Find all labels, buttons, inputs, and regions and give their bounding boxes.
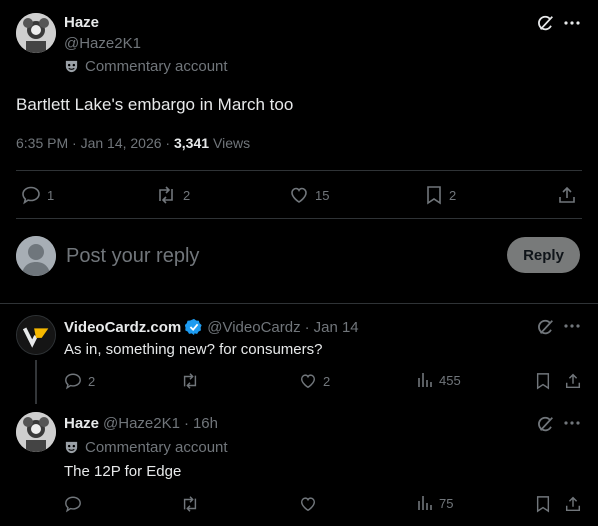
grok-icon[interactable] (537, 318, 555, 336)
author-handle[interactable]: @Haze2K1 (103, 415, 180, 432)
more-options-icon[interactable] (564, 420, 580, 426)
divider (16, 170, 582, 171)
reply-icon (22, 186, 40, 205)
commentary-label: Commentary account (85, 439, 228, 456)
bookmark-icon[interactable] (535, 372, 551, 390)
views-count: 455 (439, 372, 461, 388)
reply-input[interactable]: Post your reply (66, 245, 199, 268)
more-options-icon[interactable] (564, 323, 580, 329)
avatar[interactable] (16, 13, 56, 53)
avatar[interactable] (16, 412, 56, 452)
repost-action[interactable] (180, 495, 206, 513)
share-icon[interactable] (564, 372, 582, 390)
my-avatar[interactable] (16, 236, 56, 276)
repost-icon (183, 373, 197, 389)
reply-count: 2 (88, 373, 96, 389)
like-action[interactable]: 15 (289, 185, 329, 205)
mask-icon (64, 59, 79, 74)
repost-icon (159, 186, 173, 204)
commentary-badge: Commentary account (64, 58, 228, 75)
repost-action[interactable] (180, 372, 206, 390)
reply-count: 1 (47, 187, 55, 203)
bookmark-action[interactable]: 2 (425, 185, 456, 205)
repost-icon (183, 496, 197, 512)
reply-date[interactable]: Jan 14 (314, 319, 359, 336)
views-action[interactable]: 75 (417, 495, 453, 511)
avatar[interactable] (16, 315, 56, 355)
heart-icon (300, 374, 316, 389)
reply-header: Haze @Haze2K1 · 16h (64, 415, 218, 432)
like-action[interactable] (299, 495, 323, 513)
author-handle[interactable]: @Haze2K1 (64, 35, 141, 52)
share-icon[interactable] (564, 495, 582, 513)
verified-icon (185, 318, 203, 336)
reply-button[interactable]: Reply (507, 237, 580, 273)
bookmark-icon (427, 186, 441, 205)
separator: · (304, 318, 310, 336)
reply-action[interactable] (64, 495, 88, 513)
post-meta: 6:35 PM · Jan 14, 2026 · 3,341 Views (16, 135, 250, 151)
reply-action[interactable]: 2 (64, 372, 95, 390)
commentary-label: Commentary account (85, 58, 228, 75)
author-name[interactable]: Haze (64, 415, 99, 432)
thread-line (35, 360, 37, 404)
reply-action[interactable]: 1 (21, 185, 54, 205)
reply-text: The 12P for Edge (64, 463, 182, 480)
reply-header: VideoCardz.com @VideoCardz · Jan 14 (64, 318, 359, 336)
grok-icon[interactable] (537, 14, 555, 32)
divider (0, 303, 598, 304)
repost-count: 2 (183, 187, 191, 203)
views-count: 75 (439, 495, 454, 511)
views-action[interactable]: 455 (417, 372, 461, 388)
post-text: Bartlett Lake's embargo in March too (16, 95, 294, 114)
views-icon (418, 373, 432, 387)
grok-icon[interactable] (537, 415, 555, 433)
divider (16, 218, 582, 219)
author-handle[interactable]: @VideoCardz (207, 319, 300, 336)
mask-icon (64, 440, 79, 455)
heart-icon (291, 187, 307, 203)
separator: · (183, 415, 189, 432)
author-name[interactable]: Haze (64, 14, 99, 31)
reply-icon (65, 373, 81, 390)
views-count: 3,341 (173, 135, 210, 151)
post-timestamp[interactable]: 6:35 PM · Jan 14, 2026 · (16, 135, 174, 151)
views-label: Views (213, 135, 251, 151)
more-options-icon[interactable] (564, 20, 580, 26)
reply-text: As in, something new? for consumers? (64, 341, 323, 358)
bookmark-icon[interactable] (535, 495, 551, 513)
like-count: 2 (323, 373, 331, 389)
commentary-badge: Commentary account (64, 439, 228, 456)
repost-action[interactable]: 2 (155, 185, 190, 205)
like-count: 15 (315, 187, 330, 203)
heart-icon (300, 497, 316, 512)
reply-date[interactable]: 16h (193, 415, 218, 432)
bookmark-count: 2 (449, 187, 457, 203)
share-icon[interactable] (557, 185, 577, 205)
like-action[interactable]: 2 (299, 372, 330, 390)
reply-icon (65, 496, 81, 513)
views-icon (418, 496, 432, 510)
author-name[interactable]: VideoCardz.com (64, 319, 181, 336)
